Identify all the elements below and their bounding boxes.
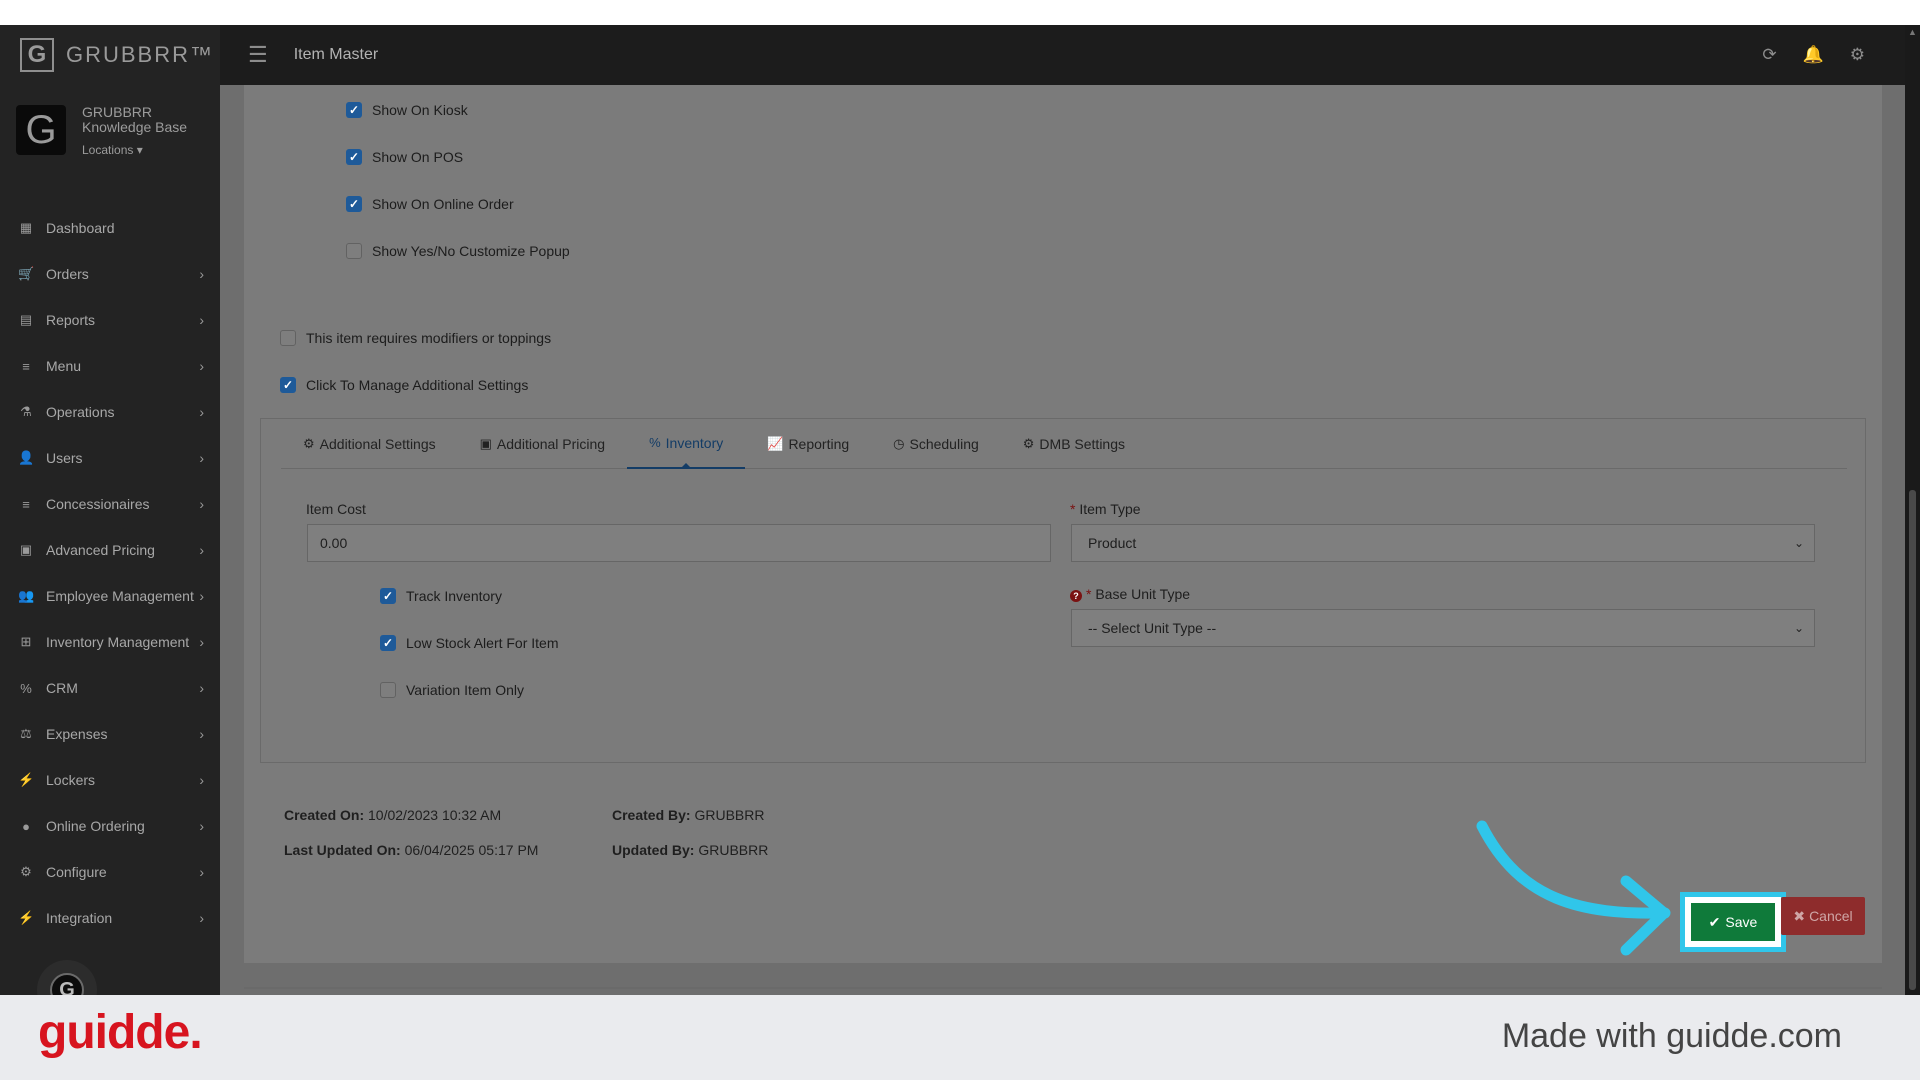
guide-arrow-icon	[1476, 820, 1671, 956]
scroll-up-icon[interactable]: ▲	[1908, 27, 1917, 37]
save-label: Save	[1725, 914, 1758, 930]
guidde-logo: guidde.	[38, 1006, 203, 1059]
guidde-footer: guidde. Made with guidde.com	[0, 995, 1920, 1080]
save-button[interactable]: ✔ Save	[1680, 892, 1786, 952]
check-icon: ✔	[1708, 913, 1721, 930]
cancel-label: Cancel	[1809, 908, 1853, 924]
vertical-scrollbar[interactable]: ▲	[1905, 25, 1920, 995]
close-icon: ✖	[1793, 907, 1806, 924]
scroll-thumb[interactable]	[1909, 490, 1916, 990]
made-with-text: Made with guidde.com	[1501, 1017, 1842, 1055]
cancel-button[interactable]: ✖ Cancel	[1781, 897, 1865, 935]
